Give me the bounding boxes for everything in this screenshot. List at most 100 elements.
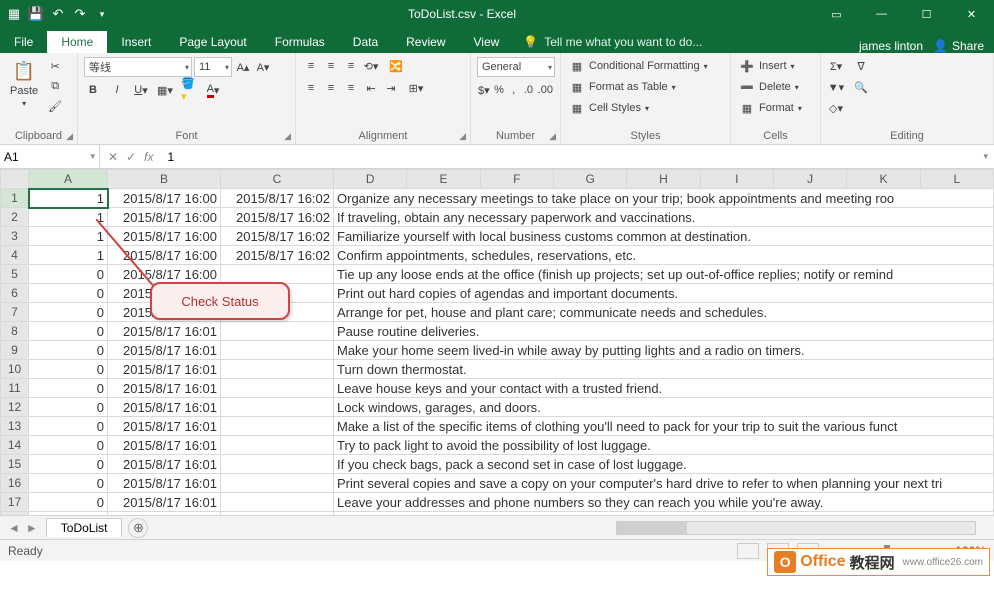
align-middle-button[interactable]: ≡ <box>322 57 340 75</box>
cell[interactable]: 2015/8/17 16:01 <box>108 379 221 398</box>
number-launcher[interactable]: ◢ <box>549 131 556 142</box>
cell[interactable]: Confirm appointments, schedules, reserva… <box>334 246 994 265</box>
wrap-text-button[interactable]: 🔀 <box>382 57 410 75</box>
cell[interactable]: If traveling, obtain any necessary paper… <box>334 208 994 227</box>
column-header-A[interactable]: A <box>29 170 108 189</box>
cell[interactable]: 0 <box>29 360 108 379</box>
cell[interactable]: 0 <box>29 398 108 417</box>
cell[interactable]: Print out hard copies of agendas and imp… <box>334 284 994 303</box>
decrease-indent-button[interactable]: ⇤ <box>362 79 380 97</box>
cell[interactable]: 2015/8/17 16:00 <box>108 265 221 284</box>
tell-me-search[interactable]: 💡Tell me what you want to do... <box>513 31 712 53</box>
row-header-8[interactable]: 8 <box>1 322 29 341</box>
bold-button[interactable]: B <box>84 81 102 99</box>
align-right-button[interactable]: ≡ <box>342 79 360 97</box>
column-header-K[interactable]: K <box>847 170 920 189</box>
column-header-D[interactable]: D <box>334 170 407 189</box>
cell[interactable]: 1 <box>29 227 108 246</box>
table-row[interactable]: 8 0 2015/8/17 16:01 Pause routine delive… <box>1 322 994 341</box>
cell[interactable]: 2015/8/17 16:01 <box>108 398 221 417</box>
cell[interactable]: 2015/8/17 16:00 <box>108 227 221 246</box>
cell[interactable]: 0 <box>29 436 108 455</box>
cell[interactable] <box>221 417 334 436</box>
column-header-L[interactable]: L <box>920 170 993 189</box>
cell[interactable]: 2015/8/17 16:01 <box>108 474 221 493</box>
align-left-button[interactable]: ≡ <box>302 79 320 97</box>
tab-home[interactable]: Home <box>47 31 107 53</box>
row-header-4[interactable]: 4 <box>1 246 29 265</box>
table-row[interactable]: 18 0 2015/8/17 16:01 Phone numbers (all … <box>1 512 994 516</box>
cell[interactable]: Phone numbers (all contact numbers for y… <box>334 512 994 516</box>
column-header-B[interactable]: B <box>108 170 221 189</box>
cell[interactable]: 0 <box>29 341 108 360</box>
cell[interactable]: 1 <box>29 208 108 227</box>
cell[interactable]: Tie up any loose ends at the office (fin… <box>334 265 994 284</box>
cell[interactable]: 2015/8/17 16:02 <box>221 208 334 227</box>
cell[interactable]: 2015/8/17 16:02 <box>221 246 334 265</box>
sheet-tab-todolist[interactable]: ToDoList <box>46 518 123 537</box>
user-name[interactable]: james linton <box>859 39 923 53</box>
cell[interactable]: 0 <box>29 512 108 516</box>
tab-view[interactable]: View <box>460 31 514 53</box>
qat-customize-icon[interactable]: ▾ <box>94 6 110 22</box>
row-header-1[interactable]: 1 <box>1 189 29 208</box>
row-header-15[interactable]: 15 <box>1 455 29 474</box>
fx-icon[interactable]: fx <box>144 150 153 164</box>
cell[interactable]: 0 <box>29 284 108 303</box>
table-row[interactable]: 4 1 2015/8/17 16:00 2015/8/17 16:02 Conf… <box>1 246 994 265</box>
sort-filter-button[interactable]: ᐁ <box>847 57 875 75</box>
row-header-10[interactable]: 10 <box>1 360 29 379</box>
share-button[interactable]: 👤Share <box>933 39 984 53</box>
cell[interactable] <box>221 436 334 455</box>
enter-formula-icon[interactable]: ✓ <box>126 150 136 164</box>
clipboard-launcher[interactable]: ◢ <box>66 131 73 142</box>
cell[interactable]: 0 <box>29 379 108 398</box>
cell[interactable]: Pause routine deliveries. <box>334 322 994 341</box>
cell[interactable] <box>221 379 334 398</box>
cell[interactable]: 0 <box>29 417 108 436</box>
cell[interactable]: Turn down thermostat. <box>334 360 994 379</box>
copy-button[interactable]: ⧉ <box>46 77 64 95</box>
font-launcher[interactable]: ◢ <box>284 131 291 142</box>
table-row[interactable]: 15 0 2015/8/17 16:01 If you check bags, … <box>1 455 994 474</box>
row-header-2[interactable]: 2 <box>1 208 29 227</box>
decrease-decimal-button[interactable]: .00 <box>537 81 554 99</box>
table-row[interactable]: 14 0 2015/8/17 16:01 Try to pack light t… <box>1 436 994 455</box>
cell[interactable]: Leave house keys and your contact with a… <box>334 379 994 398</box>
cell[interactable]: Make your home seem lived-in while away … <box>334 341 994 360</box>
cell-styles-button[interactable]: ▦Cell Styles▾ <box>567 99 724 117</box>
cell[interactable]: Make a list of the specific items of clo… <box>334 417 994 436</box>
cell[interactable] <box>221 512 334 516</box>
conditional-formatting-button[interactable]: ▦Conditional Formatting▾ <box>567 57 724 75</box>
new-sheet-button[interactable]: ⊕ <box>128 518 148 538</box>
sheet-nav-prev[interactable]: ◄ <box>8 521 20 535</box>
cell[interactable]: If you check bags, pack a second set in … <box>334 455 994 474</box>
row-header-5[interactable]: 5 <box>1 265 29 284</box>
tab-formulas[interactable]: Formulas <box>261 31 339 53</box>
cell[interactable]: Print several copies and save a copy on … <box>334 474 994 493</box>
ribbon-options-icon[interactable]: ▭ <box>814 0 859 28</box>
table-row[interactable]: 3 1 2015/8/17 16:00 2015/8/17 16:02 Fami… <box>1 227 994 246</box>
table-row[interactable]: 10 0 2015/8/17 16:01 Turn down thermosta… <box>1 360 994 379</box>
increase-decimal-button[interactable]: .0 <box>522 81 535 99</box>
format-as-table-button[interactable]: ▦Format as Table▾ <box>567 78 724 96</box>
cell[interactable] <box>221 398 334 417</box>
horizontal-scrollbar[interactable] <box>616 521 976 535</box>
cell[interactable]: 2015/8/17 16:02 <box>221 189 334 208</box>
cell[interactable]: 2015/8/17 16:01 <box>108 417 221 436</box>
find-select-button[interactable]: 🔍 <box>847 78 875 96</box>
row-header-16[interactable]: 16 <box>1 474 29 493</box>
font-name-combo[interactable]: 等线 <box>84 57 192 77</box>
table-row[interactable]: 5 0 2015/8/17 16:00 Tie up any loose end… <box>1 265 994 284</box>
align-top-button[interactable]: ≡ <box>302 57 320 75</box>
format-cells-button[interactable]: ▦Format▾ <box>737 99 814 117</box>
delete-cells-button[interactable]: ➖Delete▾ <box>737 78 814 96</box>
border-button[interactable]: ▦▾ <box>156 81 174 99</box>
row-header-12[interactable]: 12 <box>1 398 29 417</box>
percent-button[interactable]: % <box>493 81 506 99</box>
cut-button[interactable]: ✂ <box>46 57 64 75</box>
column-header-C[interactable]: C <box>221 170 334 189</box>
cell[interactable]: 2015/8/17 16:00 <box>108 189 221 208</box>
cell[interactable]: Leave your addresses and phone numbers s… <box>334 493 994 512</box>
increase-indent-button[interactable]: ⇥ <box>382 79 400 97</box>
